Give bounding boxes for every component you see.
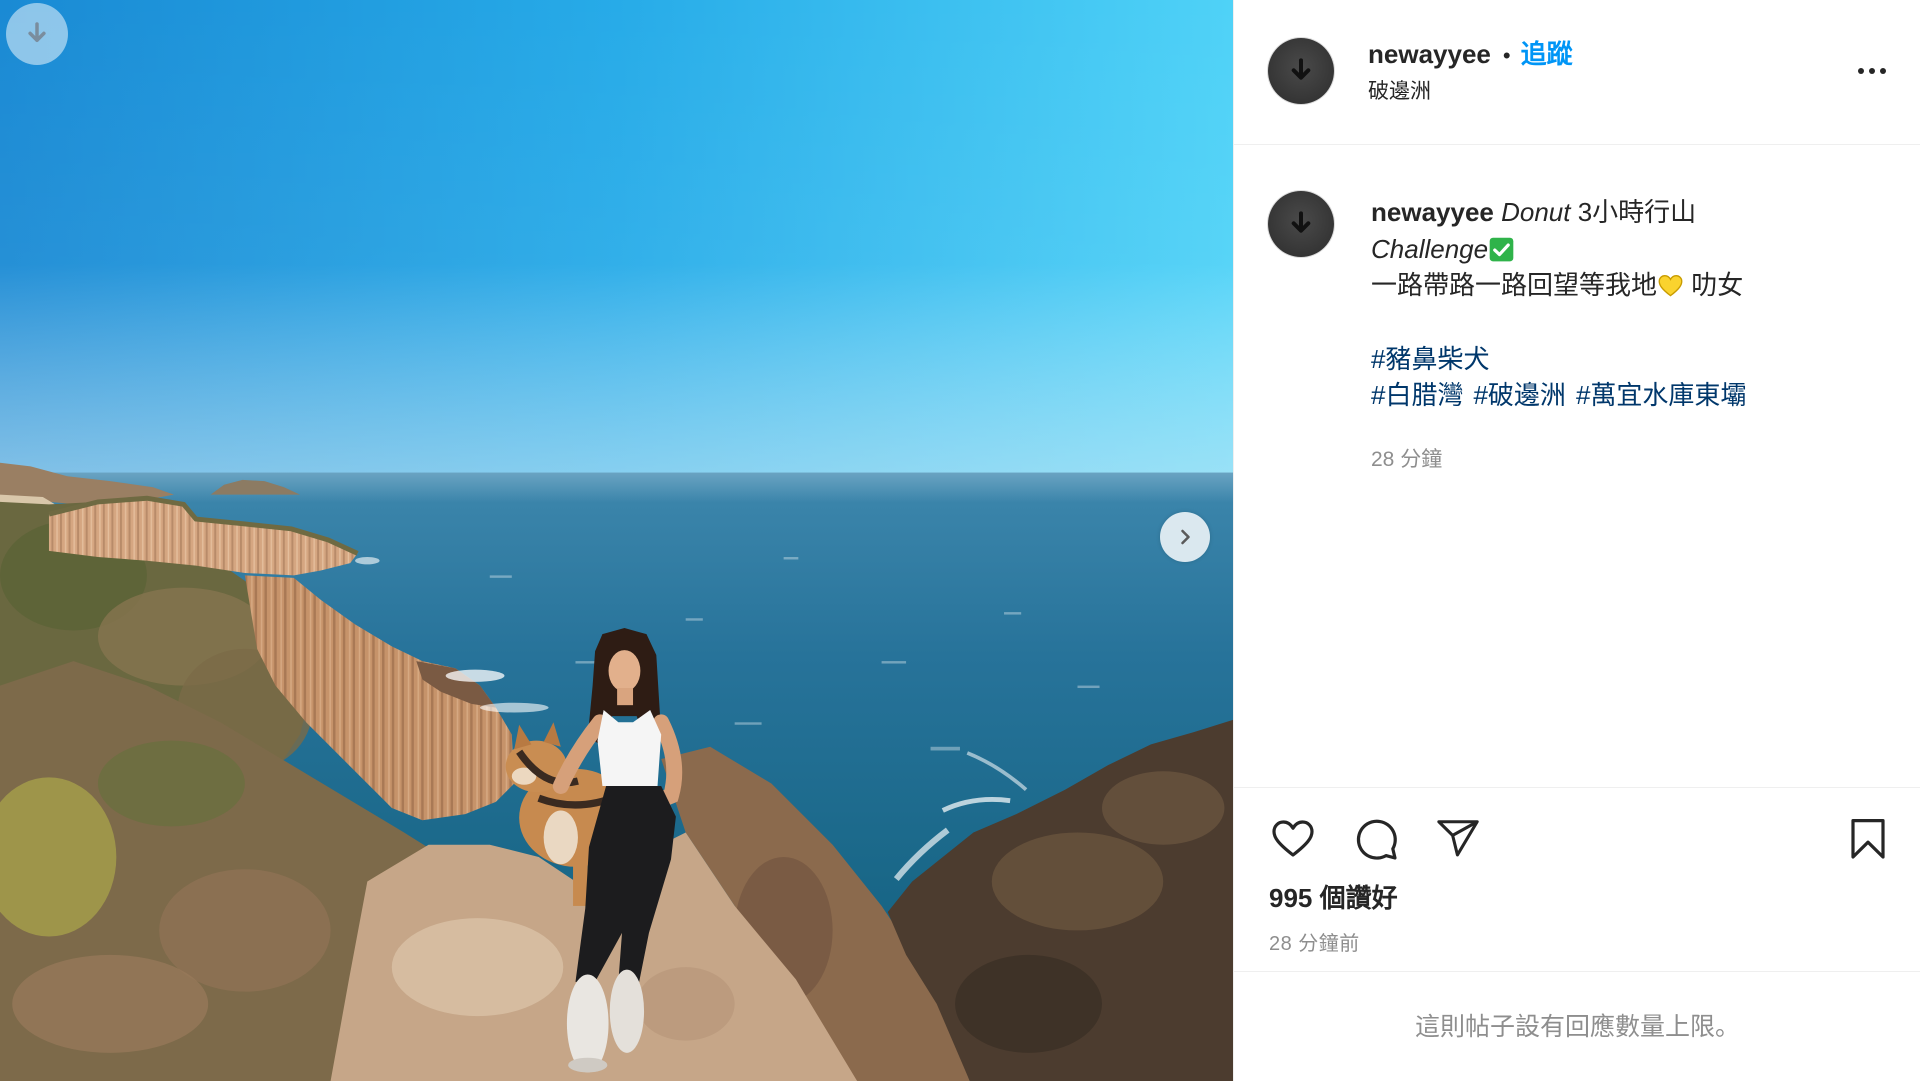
next-photo-button[interactable]	[1160, 512, 1210, 562]
post-caption: newayyee Donut 3小時行山 Challenge 一路帶路一路回望等…	[1371, 194, 1901, 414]
header-username[interactable]: newayyee	[1368, 39, 1491, 69]
comments-divider	[1234, 971, 1920, 972]
download-icon	[1291, 58, 1311, 80]
comment-limit-notice: 這則帖子設有回應數量上限。	[1414, 1013, 1740, 1041]
post-media	[0, 0, 1233, 1081]
caption-line-3: 一路帶路一路回望等我地 叻女	[1371, 267, 1901, 304]
caption-line-2: Challenge	[1371, 231, 1901, 268]
likes-count[interactable]: 995 個讚好	[1269, 881, 1398, 915]
instagram-post-view: newayyee • 追蹤 破邊洲 newayyee Donut 3小時行山 Cha…	[0, 0, 1920, 1081]
caption-time[interactable]: 28 分鐘	[1371, 446, 1442, 474]
download-button[interactable]	[6, 3, 68, 65]
caption-hashtags-line-2: #白腊灣 #破邊洲 #萬宜水庫東壩	[1371, 377, 1901, 414]
caption-text-challenge: Challenge	[1371, 233, 1489, 264]
share-button[interactable]	[1433, 814, 1483, 864]
actions-divider	[1234, 787, 1920, 788]
caption-text-donut: Donut	[1501, 197, 1571, 227]
bookmark-icon	[1851, 818, 1885, 859]
location-link[interactable]: 破邊洲	[1368, 77, 1431, 107]
download-icon	[1291, 211, 1311, 233]
more-options-button[interactable]	[1854, 53, 1890, 89]
header-avatar[interactable]	[1268, 38, 1334, 104]
caption-username[interactable]: newayyee	[1371, 197, 1494, 227]
yellow-heart-icon	[1658, 275, 1683, 297]
check-mark-button-icon	[1489, 237, 1514, 261]
follow-button[interactable]: 追蹤	[1521, 39, 1573, 69]
download-icon	[28, 22, 46, 42]
header-divider	[1234, 144, 1920, 145]
post-photo	[0, 0, 1233, 1081]
caption-line-1: newayyee Donut 3小時行山	[1371, 194, 1901, 231]
share-icon	[1437, 820, 1479, 857]
comment-button[interactable]	[1351, 814, 1401, 864]
caption-text-lead: 一路帶路一路回望等我地	[1371, 270, 1658, 301]
caption-text-hike: 3小時行山	[1570, 197, 1697, 227]
caption-text-suffix: 叻女	[1684, 270, 1744, 301]
header-user-line: newayyee • 追蹤	[1368, 37, 1573, 71]
post-timestamp[interactable]: 28 分鐘前	[1269, 930, 1360, 958]
chevron-right-icon	[1181, 529, 1190, 545]
sky	[0, 0, 1233, 480]
heart-icon	[1272, 820, 1314, 857]
header-separator: •	[1502, 43, 1511, 68]
hashtag-link[interactable]: #豬鼻柴犬	[1371, 344, 1489, 374]
comment-icon	[1356, 819, 1397, 860]
like-button[interactable]	[1268, 814, 1318, 864]
caption-hashtags-line-1: #豬鼻柴犬	[1371, 341, 1901, 378]
hashtag-link[interactable]: #白腊灣	[1371, 380, 1463, 410]
caption-avatar[interactable]	[1268, 191, 1334, 257]
hashtag-link[interactable]: #萬宜水庫東壩	[1576, 380, 1746, 410]
hashtag-link[interactable]: #破邊洲	[1473, 380, 1565, 410]
more-options-icon	[1858, 68, 1886, 74]
save-button[interactable]	[1843, 814, 1893, 864]
post-details-panel: newayyee • 追蹤 破邊洲 newayyee Donut 3小時行山 Cha…	[1233, 0, 1920, 1081]
